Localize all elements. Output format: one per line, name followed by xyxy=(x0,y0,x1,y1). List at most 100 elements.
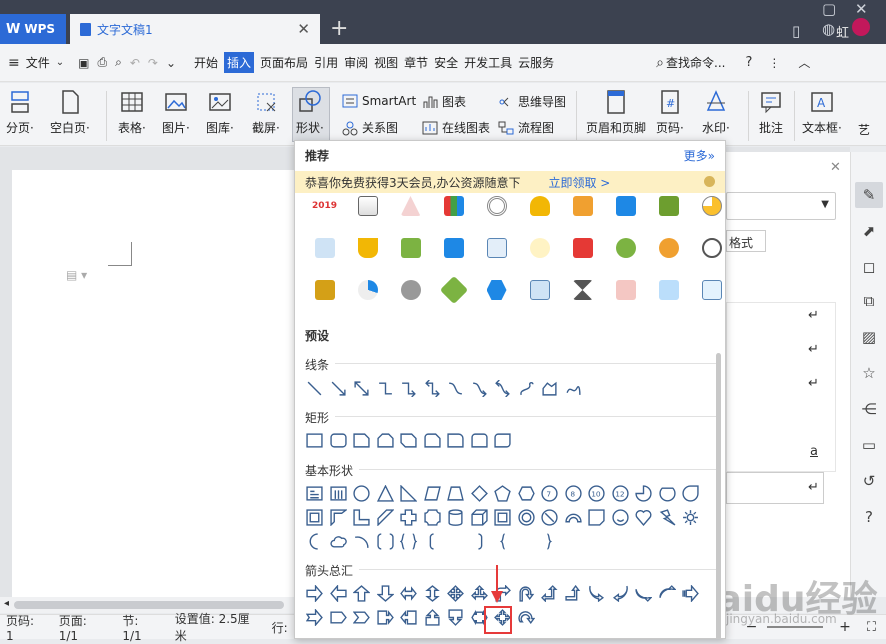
network-icon[interactable] xyxy=(604,233,647,263)
snip-single-corner-shape[interactable] xyxy=(350,429,374,451)
left-right-up-arrow-shape[interactable] xyxy=(468,582,492,604)
file-menu[interactable]: 文件 xyxy=(26,54,50,71)
hexagon-icon[interactable] xyxy=(475,275,518,305)
no-symbol-shape[interactable] xyxy=(538,506,562,528)
sun-shape[interactable] xyxy=(679,506,703,528)
can-shape[interactable] xyxy=(444,506,468,528)
elbow-arrow-connector-shape[interactable] xyxy=(397,377,421,399)
menu-review[interactable]: 审阅 xyxy=(344,54,368,71)
more-icon[interactable]: ⋮ xyxy=(768,56,780,70)
curved-left-arrow-shape[interactable] xyxy=(609,582,633,604)
block-arc-shape[interactable] xyxy=(562,506,586,528)
magnifier-icon[interactable] xyxy=(690,233,725,263)
more-link[interactable]: 更多» xyxy=(684,147,715,164)
user-icon[interactable]: ◍ xyxy=(822,20,835,38)
diamond-shape[interactable] xyxy=(468,482,492,504)
gavel-icon[interactable] xyxy=(303,275,346,305)
up-down-arrow-shape[interactable] xyxy=(421,582,445,604)
search-icon[interactable]: ⌕ xyxy=(656,55,664,71)
half-frame-shape[interactable] xyxy=(327,506,351,528)
curved-connector-shape[interactable] xyxy=(444,377,468,399)
donut-shape[interactable] xyxy=(515,506,539,528)
document-page[interactable]: ▤ ▾ xyxy=(12,170,294,600)
window-mode-icon[interactable]: ▯ xyxy=(792,22,800,40)
right-bracket-shape[interactable] xyxy=(468,530,492,552)
left-arrow-shape[interactable] xyxy=(327,582,351,604)
curved-down-arrow-shape[interactable] xyxy=(656,582,680,604)
history-icon[interactable]: ↺ xyxy=(860,472,878,490)
thumbs-up-icon[interactable] xyxy=(647,275,690,305)
presentation-icon[interactable] xyxy=(647,191,690,221)
notched-right-arrow-shape[interactable] xyxy=(303,606,327,628)
collapse-ribbon-icon[interactable]: ︿ xyxy=(798,54,810,71)
select-icon[interactable]: ⬈ xyxy=(860,222,878,240)
moon-shape[interactable] xyxy=(303,530,327,552)
scroll-thumb[interactable] xyxy=(14,601,284,609)
building-icon[interactable] xyxy=(389,233,432,263)
menu-devtools[interactable]: 开发工具 xyxy=(464,54,512,71)
heptagon-shape[interactable]: 7 xyxy=(538,482,562,504)
circular-arrow-shape[interactable] xyxy=(515,606,539,628)
curved-double-arrow-connector-shape[interactable] xyxy=(491,377,515,399)
menu-insert[interactable]: 插入 xyxy=(224,52,255,73)
right-brace-shape[interactable] xyxy=(538,530,562,552)
wps-app-tab[interactable]: W WPS xyxy=(0,14,66,44)
quad-arrow-shape[interactable] xyxy=(444,582,468,604)
help-circle-icon[interactable]: ? xyxy=(860,508,878,526)
left-brace-shape[interactable] xyxy=(491,530,515,552)
curved-arrow-connector-shape[interactable] xyxy=(468,377,492,399)
right-arrow-callout-shape[interactable] xyxy=(374,606,398,628)
bevel-shape[interactable] xyxy=(491,506,515,528)
close-tab-icon[interactable]: ✕ xyxy=(297,20,310,38)
comment-button[interactable]: 批注 xyxy=(758,89,784,136)
online-chart-button[interactable]: 在线图表 xyxy=(422,119,490,136)
diagonal-stripe-shape[interactable] xyxy=(374,506,398,528)
double-brace-shape[interactable] xyxy=(397,530,421,552)
watermark-button[interactable]: 水印· xyxy=(702,89,730,136)
pie-chart-icon[interactable] xyxy=(690,191,725,221)
redo-icon[interactable]: ↷ xyxy=(148,56,158,70)
curved-right-arrow-shape[interactable] xyxy=(585,582,609,604)
bar-chart-icon[interactable] xyxy=(432,191,475,221)
snip-same-side-shape[interactable] xyxy=(374,429,398,451)
shape-tool-icon[interactable]: ◻ xyxy=(860,258,878,276)
hexagon-shape[interactable] xyxy=(515,482,539,504)
snip-diagonal-shape[interactable] xyxy=(397,429,421,451)
menu-reference[interactable]: 引用 xyxy=(314,54,338,71)
smiley-face-shape[interactable] xyxy=(609,506,633,528)
curved-up-arrow-shape[interactable] xyxy=(632,582,656,604)
clipboard-icon[interactable] xyxy=(690,275,725,305)
pentagon-shape[interactable] xyxy=(491,482,515,504)
decagon-shape[interactable]: 10 xyxy=(585,482,609,504)
relation-chart-button[interactable]: 关系图 xyxy=(342,119,398,136)
double-arrow-line-shape[interactable] xyxy=(350,377,374,399)
save-icon[interactable]: ▣ xyxy=(78,56,89,70)
u-turn-arrow-shape[interactable] xyxy=(515,582,539,604)
menu-chapter[interactable]: 章节 xyxy=(404,54,428,71)
help-icon[interactable]: ? xyxy=(745,55,752,70)
double-bracket-shape[interactable] xyxy=(374,530,398,552)
shape-button[interactable]: 形状· xyxy=(296,89,324,136)
close-window-icon[interactable]: ✕ xyxy=(855,0,868,18)
line-shape[interactable] xyxy=(303,377,327,399)
plaque-shape[interactable] xyxy=(421,506,445,528)
pie-shape[interactable] xyxy=(632,482,656,504)
round-diagonal-shape[interactable] xyxy=(491,429,515,451)
microphone-icon[interactable] xyxy=(389,275,432,305)
zoom-slider[interactable] xyxy=(767,626,824,628)
chevron-down-icon[interactable]: ⌄ xyxy=(56,57,64,68)
teardrop-shape[interactable] xyxy=(679,482,703,504)
heart-shape[interactable] xyxy=(632,506,656,528)
screenshot-button[interactable]: 截屏· xyxy=(252,89,280,136)
vertical-textbox-shape[interactable] xyxy=(327,482,351,504)
striped-right-arrow-shape[interactable] xyxy=(679,582,703,604)
folded-corner-shape[interactable] xyxy=(585,506,609,528)
print-icon[interactable]: ⎙ xyxy=(97,55,107,70)
promo-link[interactable]: 立即领取 > xyxy=(548,174,610,191)
dashboard-icon[interactable] xyxy=(303,233,346,263)
archive-icon[interactable]: ▭ xyxy=(860,436,878,454)
smartart-button[interactable]: SmartArt xyxy=(342,93,416,109)
restore-icon[interactable]: ▢ xyxy=(822,0,836,18)
dodecagon-shape[interactable]: 12 xyxy=(609,482,633,504)
flowchart-button[interactable]: 流程图 xyxy=(498,119,554,136)
